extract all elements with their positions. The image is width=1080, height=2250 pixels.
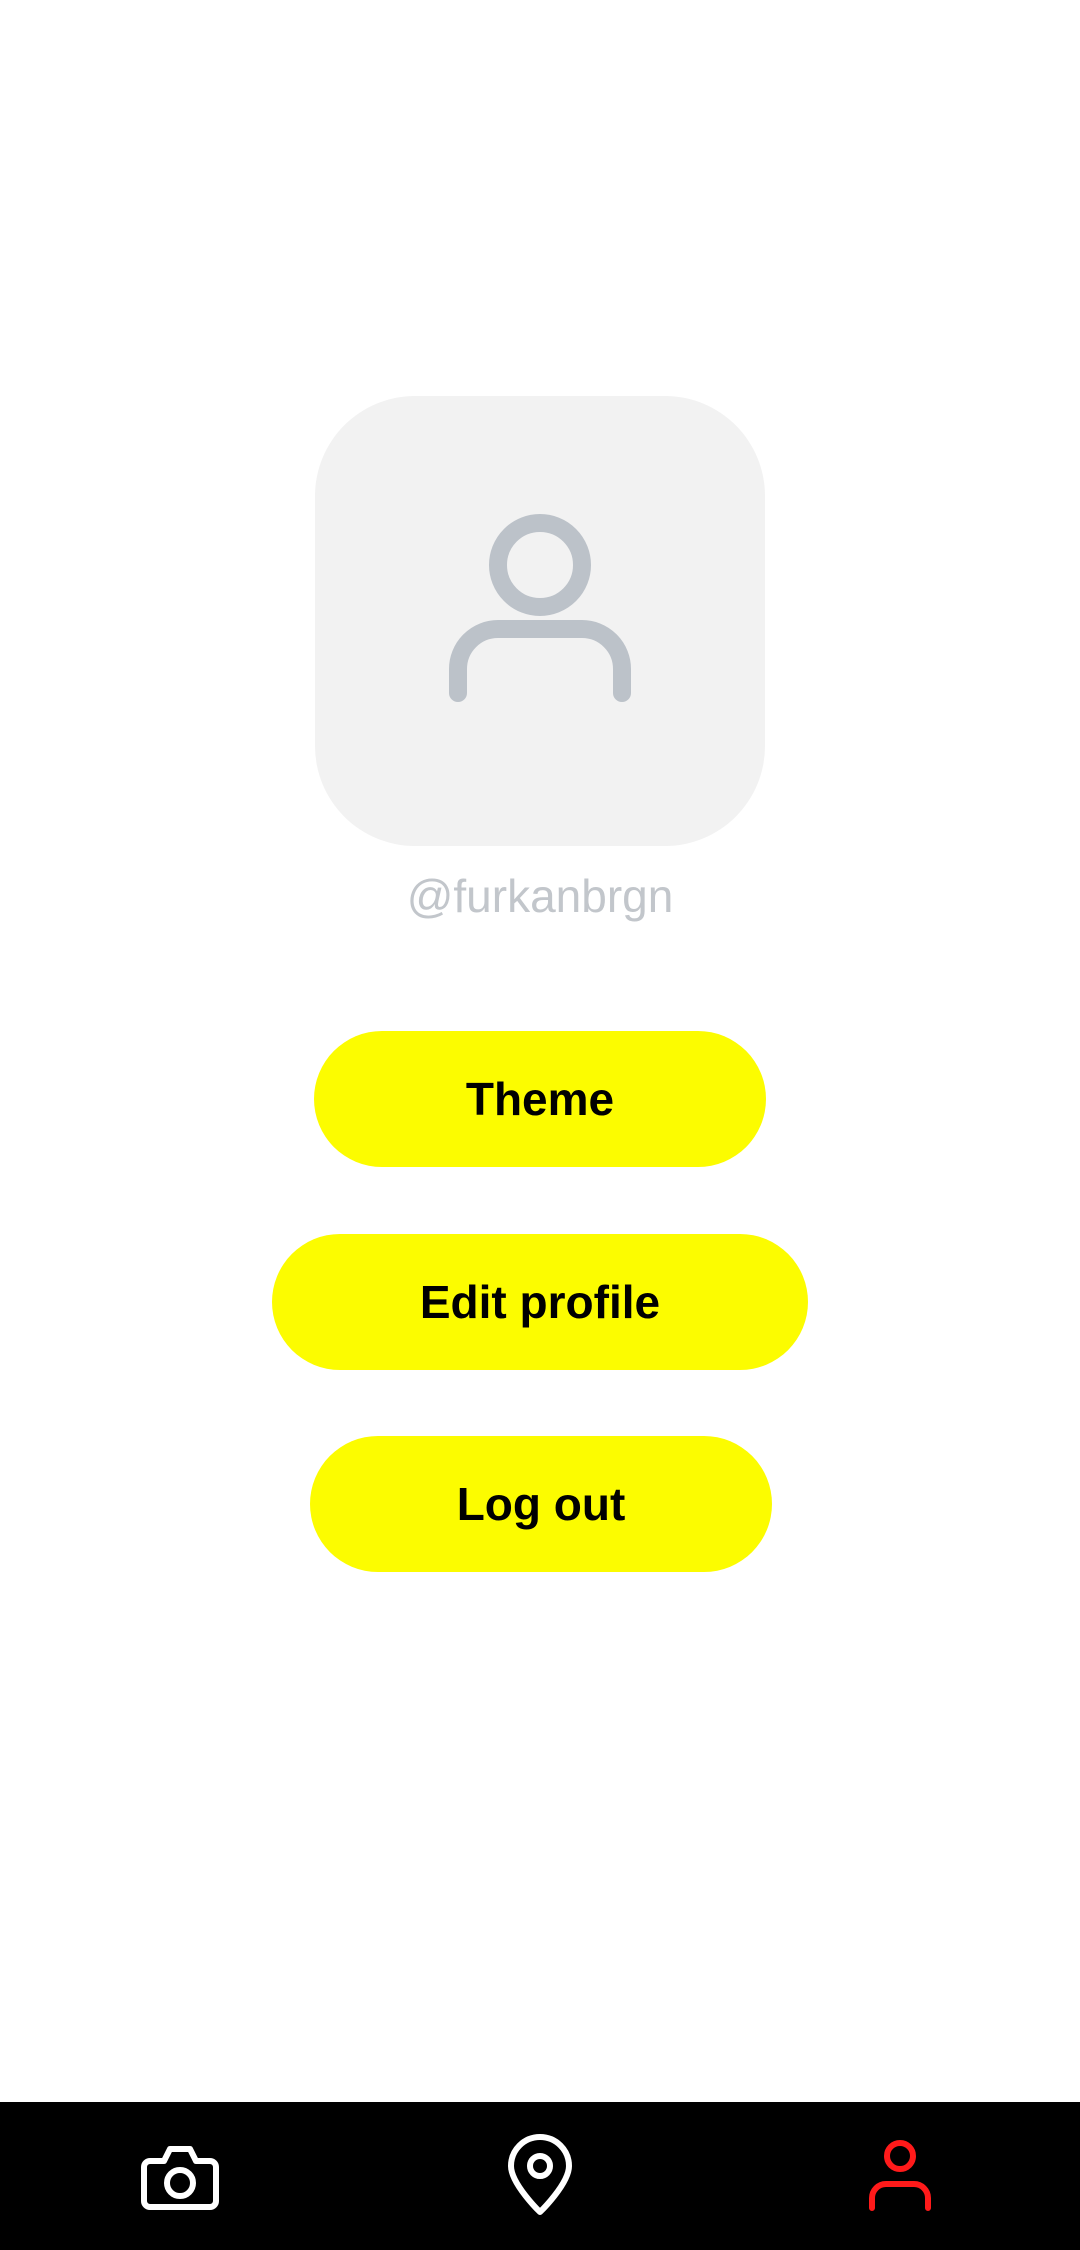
bottom-navbar	[0, 2102, 1080, 2250]
theme-button[interactable]: Theme	[314, 1031, 766, 1167]
nav-profile-tab[interactable]	[840, 2122, 960, 2230]
user-icon	[869, 2140, 931, 2211]
camera-icon	[141, 2146, 219, 2210]
logout-button[interactable]: Log out	[310, 1436, 772, 1572]
username-label: @furkanbrgn	[406, 870, 674, 922]
map-pin-icon	[508, 2134, 572, 2215]
profile-screen: @furkanbrgn Theme Edit profile Log out	[0, 0, 1080, 2250]
edit-profile-button-label: Edit profile	[419, 1276, 661, 1328]
theme-button-label: Theme	[465, 1073, 615, 1125]
nav-camera-tab[interactable]	[120, 2122, 240, 2230]
avatar[interactable]	[315, 396, 765, 846]
user-icon	[449, 514, 631, 702]
nav-map-tab[interactable]	[480, 2122, 600, 2230]
edit-profile-button[interactable]: Edit profile	[272, 1234, 808, 1370]
logout-button-label: Log out	[456, 1478, 626, 1530]
